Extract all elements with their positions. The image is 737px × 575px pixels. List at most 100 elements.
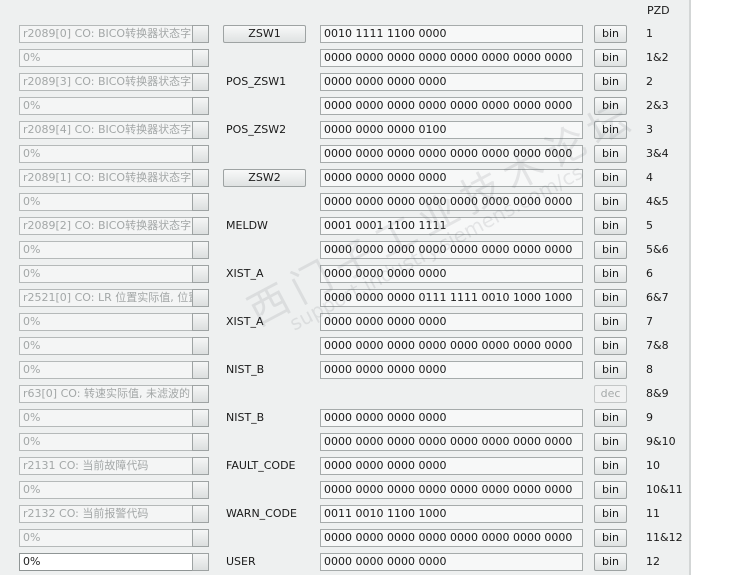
signal-source-field[interactable]: r63[0] CO: 转速实际值, 未滤波的 — [19, 385, 193, 403]
source-picker-button[interactable] — [192, 145, 209, 163]
source-picker-button[interactable] — [192, 337, 209, 355]
source-picker-button[interactable] — [192, 193, 209, 211]
source-picker-button[interactable] — [192, 241, 209, 259]
format-toggle-button[interactable]: bin — [594, 505, 627, 523]
signal-source-field[interactable]: 0% — [19, 433, 193, 451]
signal-source-field[interactable]: r2521[0] CO: LR 位置实际值, 位置 — [19, 289, 193, 307]
signal-source-field[interactable]: 0% — [19, 481, 193, 499]
source-picker-button[interactable] — [192, 409, 209, 427]
value-display: 0000 0000 0000 0000 0000 0000 0000 0000 — [320, 481, 583, 499]
source-picker-button[interactable] — [192, 457, 209, 475]
format-toggle-button[interactable]: bin — [594, 433, 627, 451]
format-toggle-button[interactable]: bin — [594, 265, 627, 283]
source-picker-button[interactable] — [192, 505, 209, 523]
value-display: 0000 0000 0000 0000 0000 0000 0000 0000 — [320, 433, 583, 451]
signal-source-field[interactable]: 0% — [19, 337, 193, 355]
value-display: 0000 0000 0000 0000 0000 0000 0000 0000 — [320, 529, 583, 547]
signal-source-field[interactable]: r2089[3] CO: BICO转换器状态字 — [19, 73, 193, 91]
format-toggle-button[interactable]: bin — [594, 145, 627, 163]
source-picker-button[interactable] — [192, 217, 209, 235]
source-picker-button[interactable] — [192, 361, 209, 379]
format-toggle-button[interactable]: bin — [594, 529, 627, 547]
source-picker-button[interactable] — [192, 433, 209, 451]
signal-source-field[interactable]: r2132 CO: 当前报警代码 — [19, 505, 193, 523]
signal-label: POS_ZSW2 — [226, 123, 287, 136]
signal-source-field[interactable]: 0% — [19, 361, 193, 379]
pzd-number: 1&2 — [646, 51, 669, 64]
source-picker-button[interactable] — [192, 289, 209, 307]
signal-label: NIST_B — [226, 411, 265, 424]
format-toggle-button[interactable]: bin — [594, 193, 627, 211]
format-toggle-button[interactable]: bin — [594, 217, 627, 235]
signal-source-field[interactable]: 0% — [19, 553, 193, 571]
signal-label: USER — [226, 555, 256, 568]
format-toggle-button[interactable]: bin — [594, 289, 627, 307]
pzd-number: 7&8 — [646, 339, 669, 352]
status-row: r2521[0] CO: LR 位置实际值, 位置 0000 0000 0000 … — [0, 287, 689, 309]
source-picker-button[interactable] — [192, 313, 209, 331]
source-picker-button[interactable] — [192, 97, 209, 115]
signal-source-field[interactable]: r2089[0] CO: BICO转换器状态字 — [19, 25, 193, 43]
value-display: 0000 0000 0000 0000 0000 0000 0000 0000 — [320, 97, 583, 115]
format-toggle-button[interactable]: bin — [594, 49, 627, 67]
status-row: r2089[1] CO: BICO转换器状态字 ZSW2 0000 0000 000… — [0, 167, 689, 189]
format-toggle-button[interactable]: bin — [594, 241, 627, 259]
signal-source-field[interactable]: r2089[2] CO: BICO转换器状态字 — [19, 217, 193, 235]
signal-source-field[interactable]: 0% — [19, 529, 193, 547]
format-toggle-button[interactable]: bin — [594, 25, 627, 43]
signal-source-field[interactable]: 0% — [19, 409, 193, 427]
status-row: r2089[4] CO: BICO转换器状态字 POS_ZSW2 0000 0000… — [0, 119, 689, 141]
signal-source-field[interactable]: 0% — [19, 193, 193, 211]
signal-source-field[interactable]: r2089[4] CO: BICO转换器状态字 — [19, 121, 193, 139]
signal-source-field[interactable]: 0% — [19, 97, 193, 115]
format-toggle-button[interactable]: bin — [594, 409, 627, 427]
status-word-button[interactable]: ZSW1 — [223, 25, 306, 43]
format-toggle-button[interactable]: bin — [594, 169, 627, 187]
signal-source-field[interactable]: 0% — [19, 265, 193, 283]
format-toggle-button[interactable]: bin — [594, 121, 627, 139]
source-picker-button[interactable] — [192, 25, 209, 43]
value-display: 0000 0000 0000 0000 — [320, 313, 583, 331]
signal-source-field[interactable]: 0% — [19, 145, 193, 163]
signal-label: FAULT_CODE — [226, 459, 296, 472]
signal-source-field[interactable]: r2131 CO: 当前故障代码 — [19, 457, 193, 475]
value-display: 0000 0000 0000 0111 1111 0010 1000 1000 — [320, 289, 583, 307]
signal-label: MELDW — [226, 219, 268, 232]
value-display: 0000 0000 0000 0000 — [320, 265, 583, 283]
signal-source-field[interactable]: r2089[1] CO: BICO转换器状态字 — [19, 169, 193, 187]
value-display: 0000 0000 0000 0000 0000 0000 0000 0000 — [320, 337, 583, 355]
source-picker-button[interactable] — [192, 73, 209, 91]
format-toggle-button[interactable]: bin — [594, 73, 627, 91]
source-picker-button[interactable] — [192, 529, 209, 547]
source-picker-button[interactable] — [192, 481, 209, 499]
source-picker-button[interactable] — [192, 49, 209, 67]
value-display: 0000 0000 0000 0000 0000 0000 0000 0000 — [320, 49, 583, 67]
source-picker-button[interactable] — [192, 385, 209, 403]
source-picker-button[interactable] — [192, 121, 209, 139]
format-toggle-button[interactable]: bin — [594, 361, 627, 379]
format-toggle-button[interactable]: bin — [594, 481, 627, 499]
status-row: 0% 0000 0000 0000 0000 0000 0000 0000 000… — [0, 479, 689, 501]
pzd-number: 9&10 — [646, 435, 676, 448]
pzd-number: 3 — [646, 123, 653, 136]
pzd-number: 5 — [646, 219, 653, 232]
format-toggle-button[interactable]: bin — [594, 553, 627, 571]
format-toggle-button[interactable]: bin — [594, 457, 627, 475]
signal-label: XIST_A — [226, 315, 264, 328]
signal-source-field[interactable]: 0% — [19, 49, 193, 67]
status-row: 0% 0000 0000 0000 0000 0000 0000 0000 000… — [0, 335, 689, 357]
source-picker-button[interactable] — [192, 169, 209, 187]
status-row: 0% XIST_A 0000 0000 0000 0000 bin 7 — [0, 311, 689, 333]
source-picker-button[interactable] — [192, 265, 209, 283]
format-toggle-button[interactable]: bin — [594, 97, 627, 115]
pzd-number: 4&5 — [646, 195, 669, 208]
format-toggle-button[interactable]: bin — [594, 313, 627, 331]
value-display: 0011 0010 1100 1000 — [320, 505, 583, 523]
pzd-number: 9 — [646, 411, 653, 424]
status-row: 0% NIST_B 0000 0000 0000 0000 bin 9 — [0, 407, 689, 429]
source-picker-button[interactable] — [192, 553, 209, 571]
signal-source-field[interactable]: 0% — [19, 313, 193, 331]
signal-source-field[interactable]: 0% — [19, 241, 193, 259]
format-toggle-button[interactable]: bin — [594, 337, 627, 355]
status-word-button[interactable]: ZSW2 — [223, 169, 306, 187]
